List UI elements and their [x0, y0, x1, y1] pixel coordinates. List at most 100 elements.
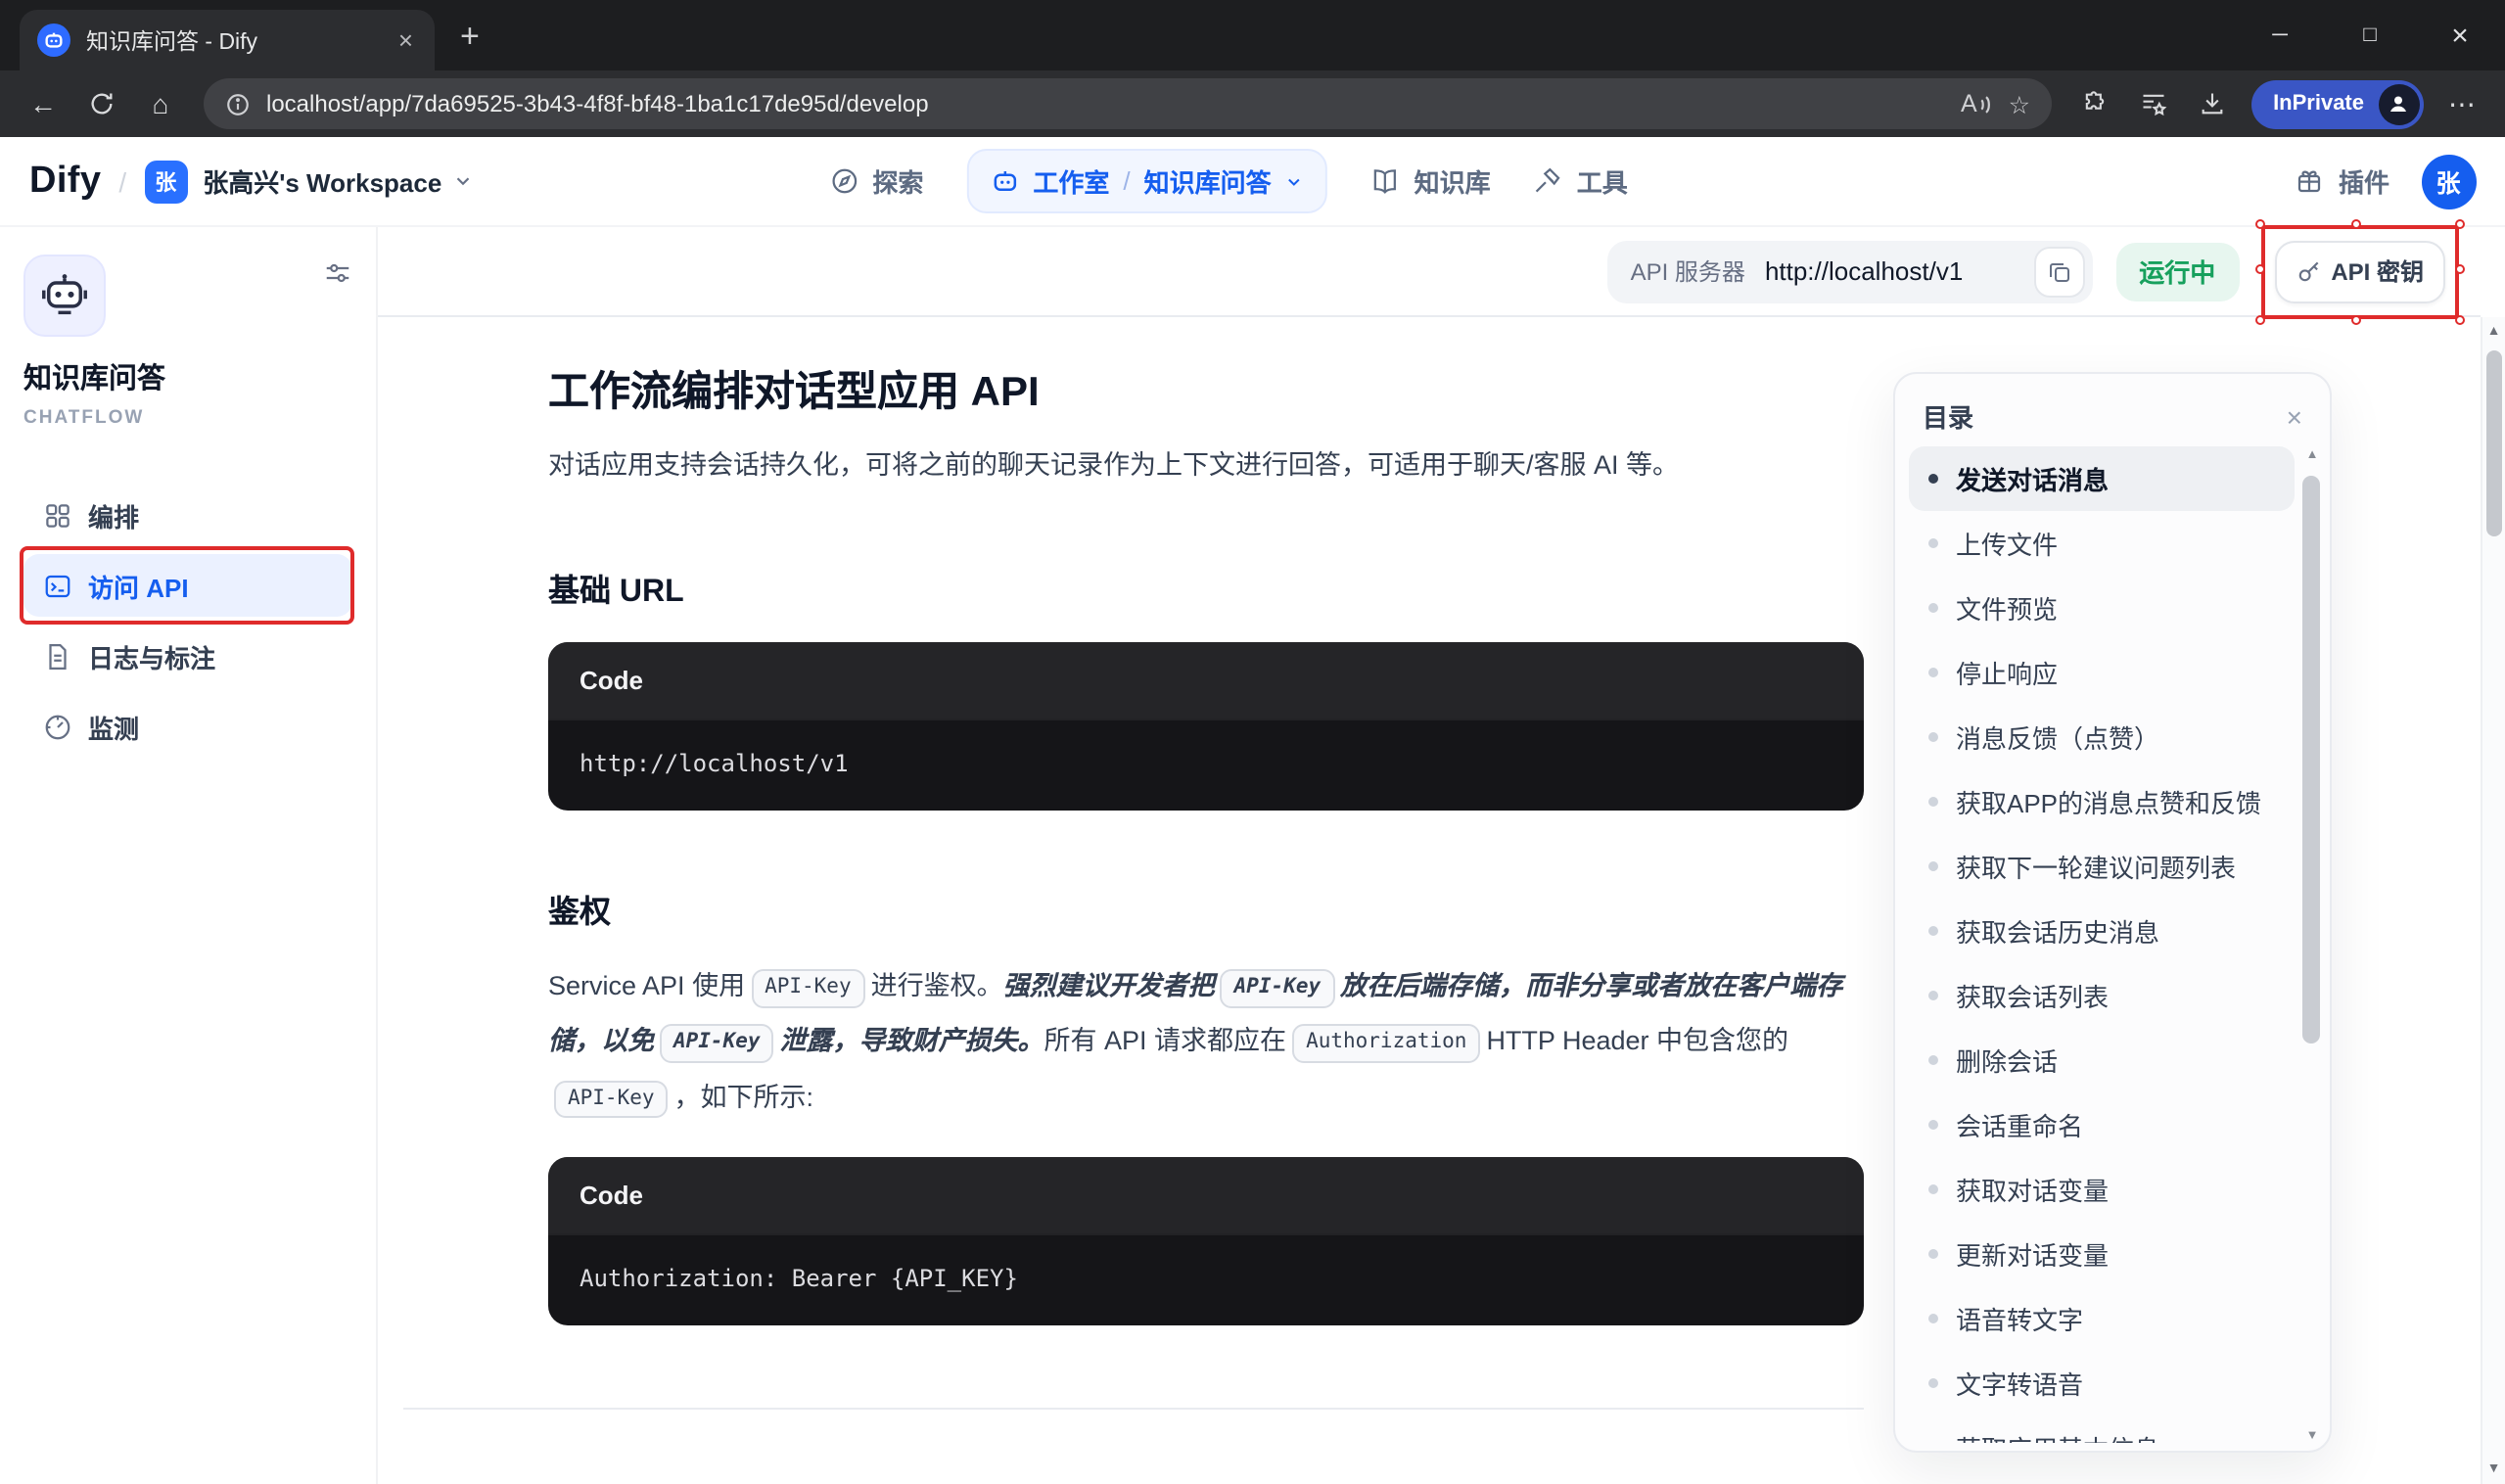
inline-code-authorization: Authorization	[1292, 1025, 1480, 1064]
plugins-button[interactable]: 插件	[2296, 162, 2389, 200]
annotation-handle	[2455, 263, 2465, 273]
maximize-button[interactable]: □	[2325, 0, 2415, 70]
home-icon[interactable]: ⌂	[133, 76, 188, 131]
toc-item-label: 获取会话列表	[1956, 977, 2109, 1014]
minimize-button[interactable]: ─	[2235, 0, 2325, 70]
toc-item[interactable]: 文字转语音	[1909, 1351, 2295, 1415]
toc-item-dot	[1928, 861, 1938, 871]
toc-item-dot	[1928, 991, 1938, 1000]
toc-item[interactable]: 上传文件	[1909, 511, 2295, 576]
url-text[interactable]: localhost/app/7da69525-3b43-4f8f-bf48-1b…	[266, 90, 1945, 117]
toc-title: 目录	[1923, 397, 1973, 435]
dify-favicon-icon	[37, 23, 70, 57]
page-title: 工作流编排对话型应用 API	[548, 360, 1864, 419]
read-aloud-icon[interactable]: A	[1961, 90, 1993, 117]
user-avatar[interactable]: 张	[2421, 154, 2476, 209]
annotation-handle	[2254, 263, 2264, 273]
toc-item-label: 停止响应	[1956, 654, 2058, 691]
api-key-button[interactable]: API 密钥	[2274, 240, 2445, 302]
toc-item[interactable]: 获取对话变量	[1909, 1157, 2295, 1222]
auth-paragraph: Service API 使用API-Key进行鉴权。强烈建议开发者把API-Ke…	[548, 959, 1864, 1126]
section-heading-base-url: 基础 URL	[548, 564, 1864, 611]
code-block-base-url: Code http://localhost/v1	[548, 642, 1864, 811]
tab-close-icon[interactable]: ×	[394, 25, 417, 55]
inprivate-badge[interactable]: InPrivate	[2251, 79, 2423, 128]
toc-item-label: 上传文件	[1956, 525, 2058, 562]
copy-url-button[interactable]	[2033, 246, 2084, 297]
breadcrumb-app-name[interactable]: 知识库问答	[1144, 162, 1272, 200]
sidebar-item-monitoring[interactable]: 监测	[23, 695, 352, 758]
toc-item[interactable]: 消息反馈（点赞）	[1909, 705, 2295, 769]
toc-item[interactable]: 发送对话消息	[1909, 446, 2295, 511]
extensions-icon[interactable]	[2067, 76, 2122, 131]
toc-scrollbar-thumb[interactable]	[2302, 476, 2320, 1043]
browser-tab[interactable]: 知识库问答 - Dify ×	[20, 10, 435, 70]
site-info-icon[interactable]	[225, 91, 251, 116]
nav-tools[interactable]: 工具	[1534, 162, 1628, 200]
workspace-name[interactable]: 张高兴's Workspace	[203, 162, 441, 200]
key-icon	[2296, 258, 2321, 284]
close-window-button[interactable]: ×	[2415, 0, 2505, 70]
api-key-button-label: API 密钥	[2331, 255, 2424, 288]
code-block-auth: Code Authorization: Bearer {API_KEY}	[548, 1157, 1864, 1325]
inline-code-api-key: API-Key	[751, 969, 865, 1008]
browser-menu-icon[interactable]: ⋯	[2435, 76, 2489, 131]
scroll-up-icon[interactable]: ▲	[2300, 448, 2324, 462]
toc-item-dot	[1928, 1249, 1938, 1259]
nav-explore[interactable]: 探索	[829, 162, 923, 200]
toc-item[interactable]: 获取会话历史消息	[1909, 899, 2295, 963]
sidebar-item-access-api[interactable]: 访问 API	[23, 554, 352, 617]
code-block-content[interactable]: Authorization: Bearer {API_KEY}	[548, 1233, 1864, 1325]
refresh-icon[interactable]	[74, 76, 129, 131]
toc-item[interactable]: 获取应用基本信息	[1909, 1415, 2295, 1443]
app-settings-icon[interactable]	[323, 258, 352, 288]
page-scrollbar-thumb[interactable]	[2486, 350, 2501, 536]
toc-item-label: 文件预览	[1956, 589, 2058, 626]
sidebar-item-label: 日志与标注	[88, 637, 215, 674]
toc-item[interactable]: 删除会话	[1909, 1028, 2295, 1092]
chevron-down-icon[interactable]	[451, 170, 473, 192]
hammer-icon	[1534, 166, 1563, 196]
toc-item-label: 获取APP的消息点赞和反馈	[1956, 783, 2261, 820]
toc-item[interactable]: 获取会话列表	[1909, 963, 2295, 1028]
new-tab-button[interactable]: +	[460, 18, 480, 57]
app-icon-robot[interactable]	[23, 255, 106, 337]
toc-item[interactable]: 会话重命名	[1909, 1092, 2295, 1157]
sidebar-item-logs[interactable]: 日志与标注	[23, 625, 352, 687]
toc-item[interactable]: 停止响应	[1909, 640, 2295, 705]
address-bar[interactable]: localhost/app/7da69525-3b43-4f8f-bf48-1b…	[204, 78, 2052, 129]
api-server-url[interactable]: http://localhost/v1	[1765, 256, 2014, 286]
toc-item[interactable]: 语音转文字	[1909, 1286, 2295, 1351]
scroll-up-icon[interactable]: ▲	[2482, 325, 2505, 339]
terminal-icon	[43, 571, 72, 600]
browser-toolbar: ← ⌂ localhost/app/7da69525-3b43-4f8f-bf4…	[0, 70, 2505, 137]
sidebar-item-orchestrate[interactable]: 编排	[23, 484, 352, 546]
toc-item-label: 会话重命名	[1956, 1106, 2083, 1143]
back-icon[interactable]: ←	[16, 76, 70, 131]
toc-list: 发送对话消息 上传文件 文件预览 停止响应 消息反馈（点赞） 获取APP的消息点…	[1909, 446, 2295, 1443]
downloads-icon[interactable]	[2185, 76, 2240, 131]
toc-item[interactable]: 获取下一轮建议问题列表	[1909, 834, 2295, 899]
nav-knowledge[interactable]: 知识库	[1371, 162, 1491, 200]
code-block-content[interactable]: http://localhost/v1	[548, 719, 1864, 811]
header-right: 插件 张	[2296, 154, 2476, 209]
page-scrollbar[interactable]: ▲ ▼	[2481, 317, 2505, 1484]
scroll-down-icon[interactable]: ▼	[2482, 1462, 2505, 1476]
toc-item-label: 删除会话	[1956, 1042, 2058, 1079]
toc-item[interactable]: 获取APP的消息点赞和反馈	[1909, 769, 2295, 834]
api-topbar: API 服务器 http://localhost/v1 运行中 API 密钥	[378, 227, 2481, 317]
auth-text: ，如下所示:	[674, 1082, 814, 1111]
toc-close-icon[interactable]: ×	[2287, 400, 2302, 432]
app-sidebar: 知识库问答 CHATFLOW 编排 访问 API 日志与标注	[0, 227, 378, 1484]
nav-studio-breadcrumb[interactable]: 工作室 / 知识库问答	[966, 149, 1327, 213]
collections-icon[interactable]	[2126, 76, 2181, 131]
sidebar-nav: 编排 访问 API 日志与标注 监测	[23, 484, 352, 758]
toc-scrollbar[interactable]: ▲ ▼	[2300, 448, 2324, 1443]
workspace-avatar[interactable]: 张	[144, 160, 187, 203]
favorite-star-icon[interactable]: ☆	[2009, 89, 2030, 118]
toc-item-dot	[1928, 474, 1938, 484]
scroll-down-icon[interactable]: ▼	[2300, 1429, 2324, 1443]
toc-item[interactable]: 文件预览	[1909, 576, 2295, 640]
nav-explore-label: 探索	[872, 162, 923, 200]
toc-item[interactable]: 更新对话变量	[1909, 1222, 2295, 1286]
